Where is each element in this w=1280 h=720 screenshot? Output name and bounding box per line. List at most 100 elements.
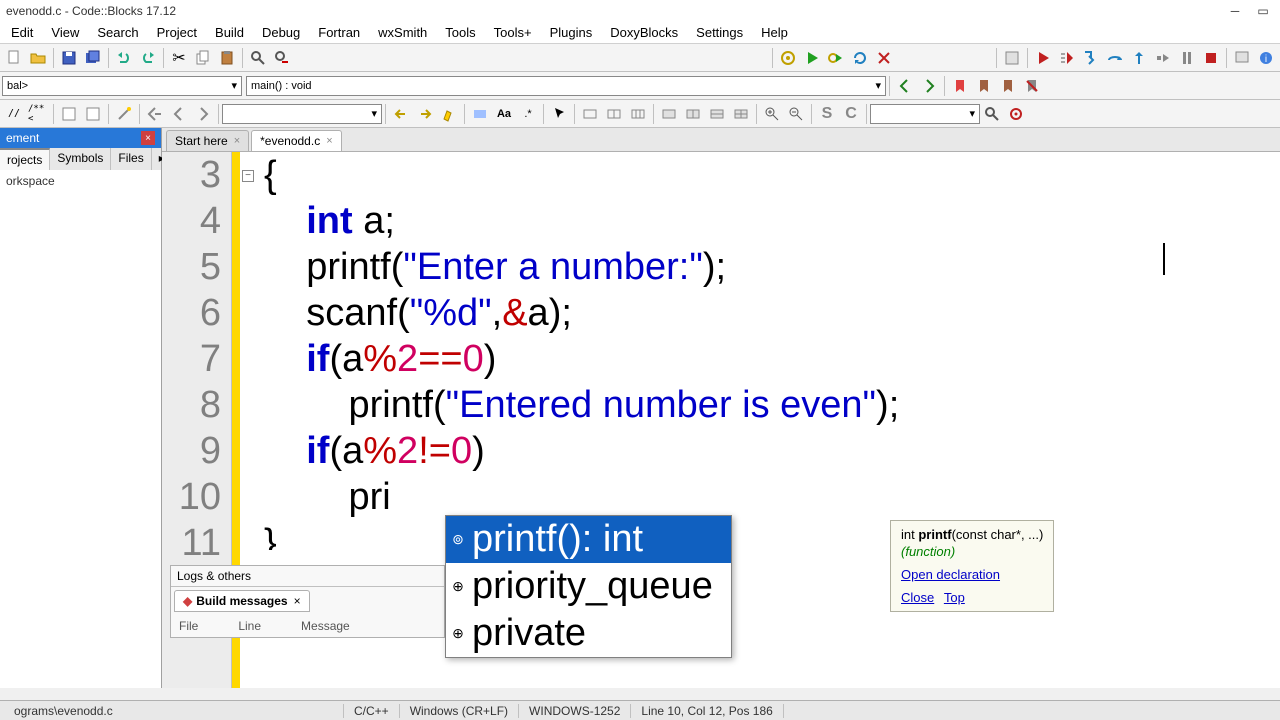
open-declaration-link[interactable]: Open declaration [901, 567, 1000, 582]
find-icon[interactable] [247, 47, 269, 69]
menu-wxsmith[interactable]: wxSmith [369, 23, 436, 42]
cursor-icon[interactable] [548, 103, 570, 125]
debug-info-icon[interactable] [1001, 47, 1023, 69]
menu-debug[interactable]: Debug [253, 23, 309, 42]
step-over-icon[interactable] [1104, 47, 1126, 69]
open-icon[interactable] [27, 47, 49, 69]
run-to-cursor-icon[interactable] [1056, 47, 1078, 69]
match-case-icon[interactable]: Aa [493, 103, 515, 125]
bookmark-next-icon[interactable] [997, 75, 1019, 97]
replace-icon[interactable] [271, 47, 293, 69]
abort-icon[interactable] [873, 47, 895, 69]
sidebar-close-icon[interactable]: × [141, 131, 155, 145]
jump-next-icon[interactable] [192, 103, 214, 125]
tab-close-icon[interactable]: × [326, 135, 332, 147]
jump-back-icon[interactable] [144, 103, 166, 125]
search-opts-icon[interactable] [1005, 103, 1027, 125]
fold-minus-icon[interactable]: − [242, 170, 254, 182]
target-combo[interactable]: ▾ [222, 104, 382, 124]
layout5-icon[interactable] [682, 103, 704, 125]
sidebar-tab-files[interactable]: Files [111, 148, 151, 170]
build-messages-tab[interactable]: ◆ Build messages × [174, 590, 310, 612]
sidebar-tab-symbols[interactable]: Symbols [50, 148, 111, 170]
next-instr-icon[interactable] [1152, 47, 1174, 69]
paste-icon[interactable] [216, 47, 238, 69]
run-icon[interactable] [801, 47, 823, 69]
editor-tab[interactable]: Start here× [166, 130, 249, 151]
layout3-icon[interactable] [627, 103, 649, 125]
tab-close-icon[interactable]: × [234, 135, 240, 147]
menu-edit[interactable]: Edit [2, 23, 42, 42]
build-run-icon[interactable] [825, 47, 847, 69]
zoom-out-icon[interactable] [785, 103, 807, 125]
debug-run-icon[interactable] [1032, 47, 1054, 69]
autocomplete-item[interactable]: ⊕priority_queue [446, 563, 731, 610]
menu-tools[interactable]: Tools [436, 23, 484, 42]
header-icon[interactable]: C [840, 103, 862, 125]
layout1-icon[interactable] [579, 103, 601, 125]
menu-project[interactable]: Project [148, 23, 206, 42]
menu-search[interactable]: Search [88, 23, 147, 42]
highlight-icon[interactable] [438, 103, 460, 125]
step-into-icon[interactable] [1080, 47, 1102, 69]
sidebar-body[interactable]: orkspace [0, 170, 161, 688]
search-go-icon[interactable] [981, 103, 1003, 125]
menu-view[interactable]: View [42, 23, 88, 42]
menu-doxyblocks[interactable]: DoxyBlocks [601, 23, 687, 42]
info-icon[interactable]: i [1255, 47, 1277, 69]
tab-close-icon[interactable]: × [294, 594, 301, 608]
nav-fwd-icon[interactable] [918, 75, 940, 97]
menu-fortran[interactable]: Fortran [309, 23, 369, 42]
close-link[interactable]: Close [901, 590, 934, 605]
editor-tab[interactable]: *evenodd.c× [251, 130, 341, 151]
build-icon[interactable] [777, 47, 799, 69]
menu-build[interactable]: Build [206, 23, 253, 42]
undo-icon[interactable] [113, 47, 135, 69]
source-icon[interactable]: S [816, 103, 838, 125]
select-mode-icon[interactable] [469, 103, 491, 125]
save-icon[interactable] [58, 47, 80, 69]
zoom-in-icon[interactable] [761, 103, 783, 125]
menu-plugins[interactable]: Plugins [541, 23, 602, 42]
autocomplete-item[interactable]: ⊕private [446, 610, 731, 657]
layout6-icon[interactable] [706, 103, 728, 125]
block-comment-icon[interactable]: /**< [27, 103, 49, 125]
save-all-icon[interactable] [82, 47, 104, 69]
rebuild-icon[interactable] [849, 47, 871, 69]
layout2-icon[interactable] [603, 103, 625, 125]
menu-help[interactable]: Help [752, 23, 797, 42]
step-out-icon[interactable] [1128, 47, 1150, 69]
scope-combo[interactable]: bal>▾ [2, 76, 242, 96]
prev-diff-icon[interactable] [390, 103, 412, 125]
autocomplete-item[interactable]: ⊚printf(): int [446, 516, 731, 563]
regex-icon[interactable]: .* [517, 103, 539, 125]
top-link[interactable]: Top [944, 590, 965, 605]
minimize-button[interactable]: ─ [1224, 2, 1246, 20]
jump-prev-icon[interactable] [168, 103, 190, 125]
autocomplete-popup[interactable]: ⊚printf(): int⊕priority_queue⊕private [445, 515, 732, 658]
bookmark-prev-icon[interactable] [973, 75, 995, 97]
comment-toggle-icon[interactable]: // [3, 103, 25, 125]
col-header[interactable]: Line [238, 619, 261, 633]
dox-settings-icon[interactable] [58, 103, 80, 125]
menu-settings[interactable]: Settings [687, 23, 752, 42]
maximize-button[interactable]: ▭ [1252, 2, 1274, 20]
col-header[interactable]: File [179, 619, 198, 633]
redo-icon[interactable] [137, 47, 159, 69]
bookmark-toggle-icon[interactable] [949, 75, 971, 97]
search-combo[interactable]: ▾ [870, 104, 980, 124]
copy-icon[interactable] [192, 47, 214, 69]
debug-windows-icon[interactable] [1231, 47, 1253, 69]
next-diff-icon[interactable] [414, 103, 436, 125]
stop-debug-icon[interactable] [1200, 47, 1222, 69]
function-combo[interactable]: main() : void▾ [246, 76, 886, 96]
wand-icon[interactable] [113, 103, 135, 125]
layout7-icon[interactable] [730, 103, 752, 125]
bookmark-clear-icon[interactable] [1021, 75, 1043, 97]
sidebar-tab-rojects[interactable]: rojects [0, 148, 50, 170]
nav-back-icon[interactable] [894, 75, 916, 97]
new-file-icon[interactable] [3, 47, 25, 69]
break-icon[interactable] [1176, 47, 1198, 69]
layout4-icon[interactable] [658, 103, 680, 125]
dox-settings2-icon[interactable] [82, 103, 104, 125]
